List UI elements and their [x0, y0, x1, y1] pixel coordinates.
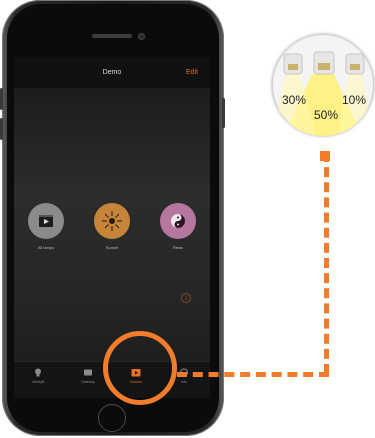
scene-relax[interactable]: Relax [158, 203, 198, 250]
lamp-center-icon [313, 51, 335, 75]
callout-line-end [320, 151, 330, 161]
lamp-left-percent: 30% [282, 93, 307, 107]
volume-down-button [0, 118, 3, 140]
scene-sunset-circle[interactable] [94, 203, 130, 239]
gateway-icon [84, 369, 92, 376]
volume-up-button [0, 88, 3, 110]
film-icon [39, 215, 53, 227]
scene-sunset[interactable]: Sunset [92, 203, 132, 250]
lamp-right-percent: 10% [342, 93, 367, 107]
sunburst-icon [102, 211, 122, 231]
power-button [222, 98, 225, 128]
tab-gateway[interactable]: Gateway [68, 368, 108, 384]
scene-label: All lamps [37, 245, 55, 250]
highlight-ring [103, 331, 177, 405]
tab-label: Gateway [81, 380, 95, 384]
home-button [98, 404, 126, 432]
scene-relax-circle[interactable] [160, 203, 196, 239]
front-camera [138, 33, 145, 40]
lamp-magnifier: 30% 50% 10% [272, 34, 374, 136]
info-button[interactable]: i [181, 293, 191, 303]
earpiece-speaker [92, 34, 132, 38]
lamp-center-percent: 50% [314, 108, 339, 122]
bulb-icon [35, 368, 41, 377]
callout-line-vertical [324, 152, 329, 374]
scene-all-lamps[interactable]: All lamps [26, 203, 66, 250]
navigation-bar: Demo Edit [14, 58, 210, 88]
edit-button[interactable]: Edit [186, 69, 198, 76]
lamp-right-icon [345, 53, 365, 75]
scene-label: Sunset [105, 245, 119, 250]
tab-label: Lifestyle [31, 380, 45, 384]
tab-lifestyle[interactable]: Lifestyle [18, 368, 58, 384]
yin-yang-icon [171, 214, 185, 228]
lamp-left-icon [283, 53, 303, 75]
scene-label: Relax [172, 245, 184, 250]
callout-line-horizontal [177, 372, 329, 377]
page-title: Demo [102, 69, 122, 76]
scene-all-lamps-circle[interactable] [28, 203, 64, 239]
